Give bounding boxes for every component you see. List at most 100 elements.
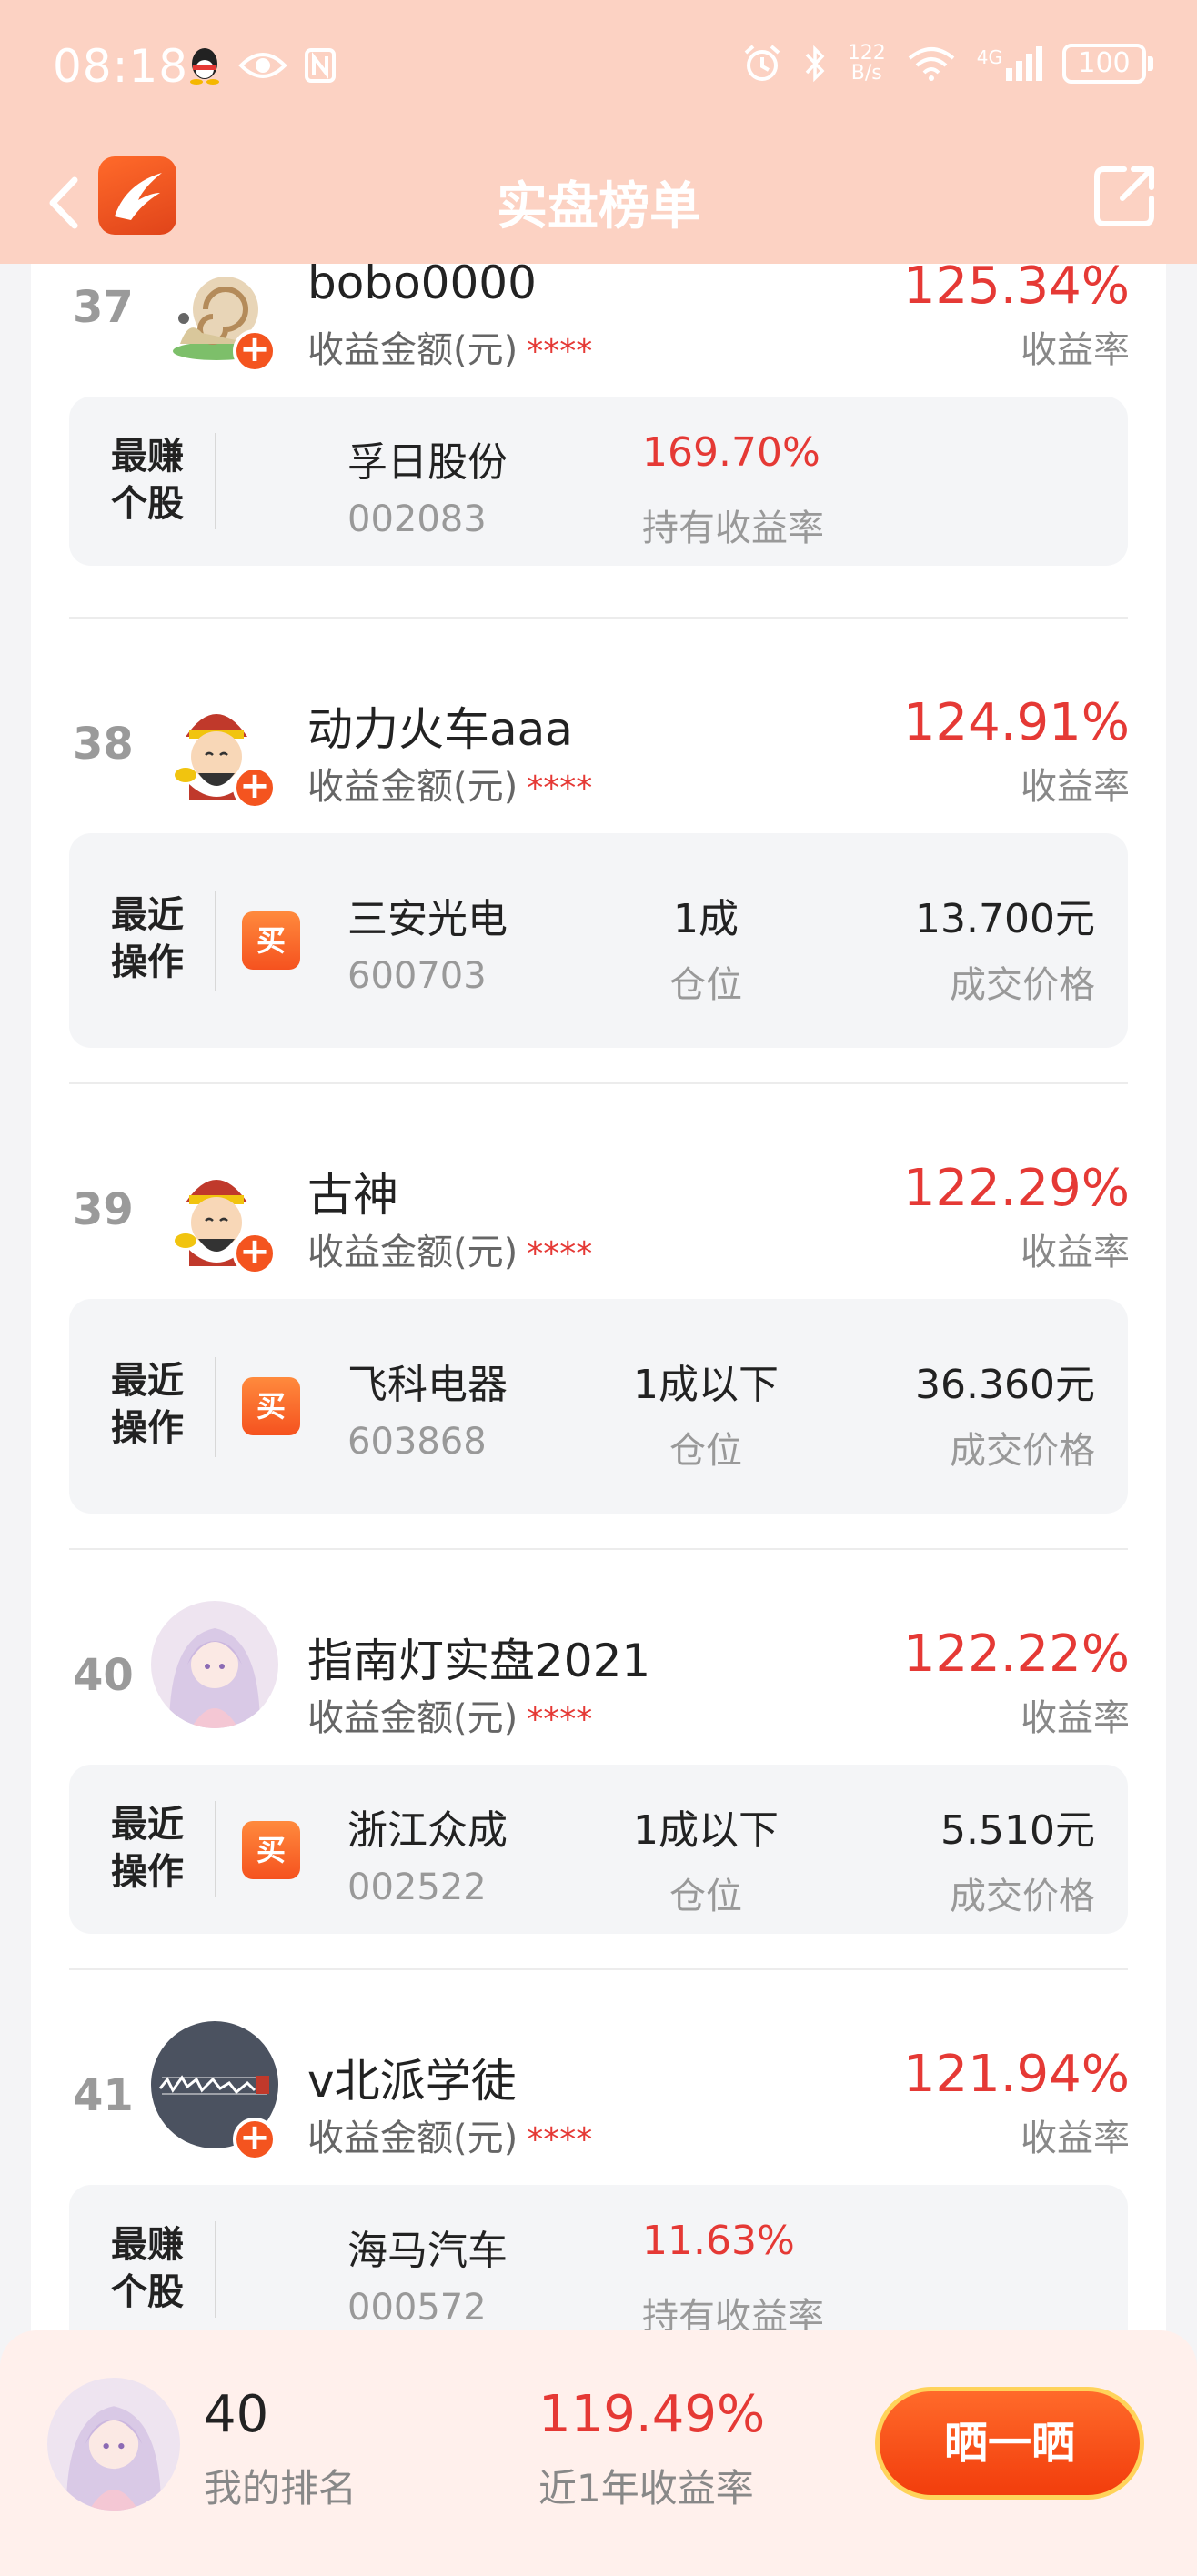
stock-code: 000572: [347, 2287, 487, 2329]
net-speed-value: 122: [847, 42, 886, 65]
user-name[interactable]: 指南灯实盘2021: [307, 1625, 650, 1690]
status-time: 08:18: [53, 40, 189, 93]
return-rate: 122.22%: [902, 1625, 1130, 1684]
amount-label: 收益金额(元): [307, 1232, 518, 1273]
follow-plus-icon[interactable]: +: [233, 1232, 277, 1275]
amount-label: 收益金额(元): [307, 329, 518, 371]
card-tag-line2: 个股: [111, 483, 184, 525]
app-header: 08:18 122 B/s 4G 100 实盘榜单: [0, 0, 1197, 264]
user-name[interactable]: bobo0000: [307, 264, 537, 309]
cell-signal-icon: 4G: [977, 46, 1042, 81]
follow-plus-icon[interactable]: +: [233, 766, 277, 810]
page-title: 实盘榜单: [497, 177, 700, 236]
stock-name: 浙江众成: [347, 1807, 508, 1854]
card-tag-line1: 最近: [111, 1804, 184, 1846]
nfc-icon: [305, 48, 336, 83]
amount-label: 收益金额(元): [307, 1697, 518, 1739]
amount-mask: ****: [527, 333, 593, 370]
recent-trade-card[interactable]: 最近 操作 买 浙江众成 002522 1成以下 仓位 5.510元 成交价格: [69, 1765, 1128, 1934]
trade-price-label: 成交价格: [950, 1430, 1095, 1472]
trade-price: 36.360元: [915, 1362, 1095, 1408]
card-tag-line2: 操作: [111, 1407, 184, 1449]
card-tag-line1: 最赚: [111, 2224, 184, 2266]
position-label: 仓位: [669, 964, 742, 1006]
rank-number: 41: [73, 2070, 134, 2121]
bluetooth-icon: [805, 45, 825, 83]
holding-return-label: 持有收益率: [642, 508, 824, 549]
return-rate-label: 收益率: [1021, 329, 1130, 371]
position-value: 1成以下: [633, 1362, 779, 1408]
recent-trade-card[interactable]: 最近 操作 买 飞科电器 603868 1成以下 仓位 36.360元 成交价格: [69, 1299, 1128, 1514]
user-name[interactable]: v北派学徒: [307, 2045, 517, 2110]
rank-number: 39: [73, 1184, 134, 1235]
return-rate-label: 收益率: [1021, 2118, 1130, 2159]
stock-name: 飞科电器: [347, 1362, 508, 1408]
trade-price-label: 成交价格: [950, 964, 1095, 1006]
card-tag-line1: 最近: [111, 894, 184, 936]
holding-return-value: 169.70%: [642, 429, 820, 476]
trade-price: 13.700元: [915, 896, 1095, 942]
return-rate-label: 收益率: [1021, 1697, 1130, 1739]
list-item[interactable]: 38 + 动力火车aaa 收益金额(元) **** 124.91% 收益率 最近 …: [31, 619, 1166, 1084]
buy-badge: 买: [242, 911, 300, 970]
card-tag-line1: 最近: [111, 1360, 184, 1402]
amount-mask: ****: [527, 1701, 593, 1738]
qq-icon: [190, 48, 219, 85]
user-name[interactable]: 动力火车aaa: [307, 693, 573, 759]
card-tag-line2: 操作: [111, 941, 184, 983]
stock-code: 603868: [347, 1421, 487, 1463]
share-ranking-button[interactable]: 晒一晒: [875, 2387, 1144, 2500]
buy-badge: 买: [242, 1377, 300, 1435]
eye-icon: [238, 53, 287, 78]
position-label: 仓位: [669, 1876, 742, 1917]
rank-number: 40: [73, 1650, 134, 1701]
rank-number: 37: [73, 282, 134, 333]
follow-plus-icon[interactable]: +: [233, 329, 277, 373]
return-rate-label: 收益率: [1021, 1232, 1130, 1273]
amount-mask: ****: [527, 1235, 593, 1273]
buy-badge: 买: [242, 1821, 300, 1879]
stock-code: 002522: [347, 1867, 487, 1908]
my-return-rate-label: 近1年收益率: [538, 2466, 754, 2511]
amount-mask: ****: [527, 2121, 593, 2158]
my-rank-label: 我的排名: [204, 2466, 357, 2511]
best-stock-card[interactable]: 最赚 个股 孚日股份 002083 169.70% 持有收益率: [69, 397, 1128, 566]
battery-indicator: 100: [1062, 44, 1153, 84]
avatar[interactable]: [151, 1601, 278, 1728]
amount-mask: ****: [527, 770, 593, 807]
stock-name: 海马汽车: [347, 2228, 508, 2274]
card-tag-line1: 最赚: [111, 436, 184, 478]
status-bar: 08:18 122 B/s 4G 100: [0, 0, 1197, 146]
net-speed-unit: B/s: [850, 62, 882, 85]
return-rate: 124.91%: [902, 693, 1130, 752]
share-icon[interactable]: [1088, 160, 1161, 233]
network-type: 4G: [976, 46, 1002, 68]
list-item[interactable]: 41 + v北派学徒 收益金额(元) **** 121.94% 收益率 最赚 个股…: [31, 1970, 1166, 2347]
trade-price: 5.510元: [940, 1807, 1095, 1854]
position-value: 1成以下: [633, 1807, 779, 1854]
return-rate: 125.34%: [902, 264, 1130, 316]
position-value: 1成: [673, 896, 739, 942]
return-rate: 121.94%: [902, 2045, 1130, 2104]
recent-trade-card[interactable]: 最近 操作 买 三安光电 600703 1成 仓位 13.700元 成交价格: [69, 833, 1128, 1048]
list-item[interactable]: 40 指南灯实盘2021 收益金额(元) **** 122.22% 收益率 最近…: [31, 1550, 1166, 1970]
trade-price-label: 成交价格: [950, 1876, 1095, 1917]
return-rate-label: 收益率: [1021, 766, 1130, 808]
stock-name: 三安光电: [347, 896, 508, 942]
my-return-rate: 119.49%: [538, 2385, 766, 2444]
alarm-icon: [744, 45, 780, 81]
wifi-icon: [908, 47, 955, 81]
position-label: 仓位: [669, 1430, 742, 1472]
my-avatar[interactable]: [47, 2378, 180, 2511]
follow-plus-icon[interactable]: +: [233, 2118, 277, 2161]
card-tag-line2: 个股: [111, 2271, 184, 2313]
best-stock-card[interactable]: 最赚 个股 海马汽车 000572 11.63% 持有收益率: [69, 2185, 1128, 2347]
amount-label: 收益金额(元): [307, 2118, 518, 2159]
my-rank-value: 40: [204, 2385, 269, 2444]
return-rate: 122.29%: [902, 1159, 1130, 1218]
stock-name: 孚日股份: [347, 439, 508, 486]
user-name[interactable]: 古神: [307, 1159, 398, 1224]
ranking-list: 37 + bobo0000 收益金额(元) **** 125.34% 收益率 最赚…: [31, 264, 1166, 2347]
list-item[interactable]: 39 + 古神 收益金额(元) **** 122.29% 收益率 最近 操作 买 …: [31, 1084, 1166, 1550]
stock-code: 600703: [347, 955, 487, 997]
